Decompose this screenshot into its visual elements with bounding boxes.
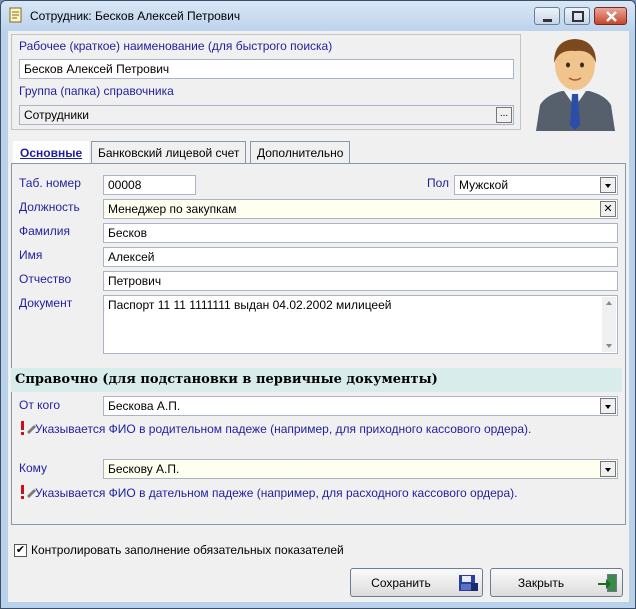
surname-label: Фамилия (19, 224, 70, 238)
from-select[interactable]: Бескова А.П. (103, 396, 618, 416)
close-button[interactable]: Закрыть (490, 568, 623, 597)
document-value: Паспорт 11 11 1111111 выдан 04.02.2002 м… (108, 298, 392, 312)
to-value: Бескову А.П. (108, 462, 180, 476)
gender-value: Мужской (459, 178, 509, 192)
exit-door-icon (598, 574, 617, 592)
group-field[interactable]: Сотрудники ... (19, 105, 514, 125)
chevron-down-icon[interactable] (600, 398, 616, 414)
patronymic-field[interactable]: Петрович (103, 271, 618, 291)
from-label: От кого (19, 398, 61, 412)
tab-additional[interactable]: Дополнительно (250, 141, 351, 164)
save-button-label: Сохранить (371, 576, 431, 590)
short-name-field[interactable]: Бесков Алексей Петрович (19, 59, 514, 79)
dialog-body: Рабочее (краткое) наименование (для быст… (8, 31, 629, 602)
close-icon (606, 11, 617, 22)
name-field[interactable]: Алексей (103, 247, 618, 267)
reference-section-title: Справочно (для подстановки в первичные д… (11, 368, 622, 392)
short-name-label: Рабочее (краткое) наименование (для быст… (19, 39, 333, 53)
control-required-checkbox[interactable]: ✔ (14, 544, 27, 557)
employee-window: Сотрудник: Бесков Алексей Петрович Рабоч… (0, 0, 636, 609)
position-value: Менеджер по закупкам (108, 202, 237, 216)
tab-number-label: Таб. номер (19, 176, 81, 190)
employee-avatar-icon (536, 39, 615, 131)
group-value: Сотрудники (24, 108, 89, 122)
minimize-icon (543, 19, 552, 22)
from-hint: Указывается ФИО в родительном падеже (на… (35, 422, 532, 436)
window-title: Сотрудник: Бесков Алексей Петрович (30, 9, 241, 23)
document-scrollbar[interactable] (602, 297, 616, 352)
close-window-button[interactable] (594, 7, 627, 25)
control-required-label: Контролировать заполнение обязательных п… (31, 543, 344, 557)
from-value: Бескова А.П. (108, 399, 181, 413)
position-label: Должность (19, 200, 80, 214)
name-label: Имя (19, 248, 43, 262)
clear-position-icon[interactable]: ✕ (600, 201, 616, 217)
browse-button[interactable]: ... (496, 107, 512, 123)
to-label: Кому (19, 461, 48, 475)
save-button[interactable]: Сохранить (350, 568, 483, 597)
to-select[interactable]: Бескову А.П. (103, 459, 618, 479)
document-textarea[interactable]: Паспорт 11 11 1111111 выдан 04.02.2002 м… (103, 295, 618, 354)
to-hint: Указывается ФИО в дательном падеже (напр… (35, 486, 518, 500)
chevron-down-icon[interactable] (600, 177, 616, 193)
group-label: Группа (папка) справочника (19, 84, 174, 98)
surname-field[interactable]: Бесков (103, 223, 618, 243)
title-bar[interactable]: Сотрудник: Бесков Алексей Петрович (1, 1, 635, 31)
gender-label: Пол (427, 176, 450, 190)
minimize-button[interactable] (534, 7, 560, 25)
maximize-icon (572, 11, 584, 22)
tab-number-field[interactable]: 00008 (103, 175, 196, 195)
save-icon (459, 575, 478, 591)
document-icon (9, 7, 22, 23)
position-field[interactable]: Менеджер по закупкам ✕ (103, 199, 618, 219)
document-label: Документ (19, 296, 73, 310)
chevron-down-icon[interactable] (600, 461, 616, 477)
gender-select[interactable]: Мужской (454, 175, 618, 195)
tab-bank-account[interactable]: Банковский лицевой счет (91, 141, 247, 164)
close-button-label: Закрыть (517, 576, 565, 590)
maximize-button[interactable] (564, 7, 590, 25)
patronymic-label: Отчество (19, 272, 72, 286)
